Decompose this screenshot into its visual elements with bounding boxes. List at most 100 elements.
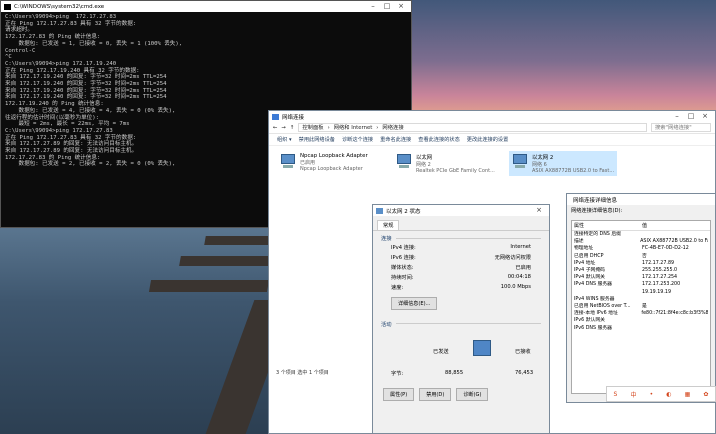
ime-toolbar[interactable]: S 中 • ◐ ▦ ✿	[606, 386, 716, 402]
address-bar: ← → ↑ 控制面板 › 网络和 Internet › 网络连接 搜索"网络连接"	[269, 122, 715, 134]
cmd-icon	[4, 3, 11, 10]
dialog-title: 以太网 2 状态	[386, 208, 421, 215]
pier-plank	[204, 236, 270, 245]
info-row: 媒体状态: 已启用	[391, 264, 531, 271]
cmd-title: C:\WINDOWS\system32\cmd.exe	[14, 3, 105, 10]
rename-button[interactable]: 重命名此连接	[380, 136, 411, 143]
sogou-icon[interactable]: S	[614, 391, 618, 398]
mic-icon[interactable]: ◐	[666, 391, 671, 398]
properties-button[interactable]: 属性(P)	[383, 387, 415, 401]
breadcrumb[interactable]: 控制面板 › 网络和 Internet › 网络连接	[298, 123, 647, 132]
adapter-ethernet-2[interactable]: 以太网 2 网络 6 ASIX AX88772B USB2.0 to Fast...	[509, 151, 617, 176]
adapter-state: 已启用	[300, 160, 316, 166]
bytes-sent: 88,855	[445, 369, 464, 376]
info-row: IPv4 连接: Internet	[391, 243, 531, 251]
net-title: 网络连接	[282, 114, 305, 121]
console-line: ^C	[5, 54, 12, 61]
skin-icon[interactable]: ✿	[703, 391, 708, 398]
lang-icon[interactable]: 中	[630, 390, 636, 399]
forward-arrow-icon[interactable]: →	[281, 125, 285, 131]
punct-icon[interactable]: •	[650, 391, 654, 398]
details-subtitle: 网络连接详细信息(D):	[571, 208, 623, 214]
adapter-state: 网络 6	[532, 162, 547, 168]
minimize-button[interactable]: –	[366, 1, 380, 12]
change-settings-button[interactable]: 更改此连接的设置	[467, 136, 509, 143]
console-line: 数据包: 已发送 = 1, 已接收 = 0, 丢失 = 1 (100% 丢失),	[5, 40, 183, 47]
details-row[interactable]: IPv4 WINS 服务器	[572, 296, 710, 303]
console-line: 172.17.27.83 的 Ping 统计信息:	[5, 34, 101, 41]
details-list[interactable]: 属性值 连接特定的 DNS 后缀 描述 ASIX AX88772B USB2.0 t…	[571, 220, 711, 394]
details-row[interactable]: IPv6 DNS 服务器	[572, 325, 710, 332]
received-label: 已接收	[515, 348, 531, 355]
organize-menu[interactable]: 组织 ▾	[277, 136, 292, 143]
activity-network-icon	[473, 339, 491, 356]
network-folder-icon	[272, 113, 279, 120]
close-button[interactable]: ×	[394, 1, 408, 12]
net-titlebar[interactable]: 网络连接 – □ ×	[269, 111, 715, 122]
dialog-titlebar[interactable]: 以太网 2 状态 ×	[373, 205, 549, 216]
info-row: IPv6 连接: 无网络访问权限	[391, 254, 531, 261]
details-row[interactable]: 已启用 NetBIOS over T... 是	[572, 303, 710, 310]
keyboard-icon[interactable]: ▦	[685, 391, 691, 398]
details-row[interactable]: 19.19.19.19	[572, 289, 710, 296]
breadcrumb-item[interactable]: 网络连接	[382, 124, 403, 131]
details-row[interactable]: 物理地址 FC-4B-E7-0D-D2-12	[572, 245, 710, 252]
details-row[interactable]: IPv4 地址 172.17.27.89	[572, 260, 710, 267]
details-title: 网络连接详细信息	[573, 197, 618, 204]
network-icon	[376, 207, 383, 214]
breadcrumb-item[interactable]: 网络和 Internet	[334, 124, 373, 131]
details-row[interactable]: IPv4 默认网关 172.17.27.254	[572, 274, 710, 281]
network-details-dialog[interactable]: 网络连接详细信息 网络连接详细信息(D): 属性值 连接特定的 DNS 后缀 描述…	[566, 193, 716, 403]
close-button[interactable]: ×	[698, 111, 712, 122]
connection-section: 连接 IPv4 连接: Internet IPv6 连接: 无网络访问权限 媒体状态…	[373, 231, 549, 317]
maximize-button[interactable]: □	[684, 111, 698, 122]
adapter-name: 以太网 2	[532, 155, 554, 161]
console-line: 172.17.19.240 的 Ping 统计信息:	[5, 101, 104, 108]
back-arrow-icon[interactable]: ←	[273, 125, 277, 131]
details-row[interactable]: 连接特定的 DNS 后缀	[572, 231, 710, 238]
adapter-state: 网络 2	[416, 162, 431, 168]
console-line: C:\Users\99094>ping 172.17.19.240	[5, 60, 117, 67]
details-row[interactable]: IPv4 DNS 服务器 172.17.253.200	[572, 281, 710, 288]
cmd-titlebar[interactable]: C:\WINDOWS\system32\cmd.exe – □ ×	[1, 1, 411, 12]
pier-plank	[179, 256, 271, 266]
details-button[interactable]: 详细信息(E)...	[391, 296, 438, 310]
maximize-button[interactable]: □	[380, 1, 394, 12]
search-input[interactable]: 搜索"网络连接"	[651, 123, 711, 132]
network-adapter-icon	[511, 153, 529, 170]
details-row[interactable]: IPv4 子网掩码 255.255.255.0	[572, 267, 710, 274]
disable-device-button[interactable]: 禁用此网络设备	[299, 136, 335, 143]
bytes-received: 76,453	[515, 369, 534, 376]
network-adapter-icon	[279, 153, 297, 170]
adapter-device: ASIX AX88772B USB2.0 to Fast...	[532, 168, 615, 174]
minimize-button[interactable]: –	[670, 111, 684, 122]
diagnose-button[interactable]: 诊断(G)	[456, 387, 489, 401]
details-row[interactable]: 已启用 DHCP 否	[572, 253, 710, 260]
info-row: 速度: 100.0 Mbps	[391, 284, 531, 292]
command-bar: 组织 ▾ 禁用此网络设备 诊断这个连接 重命名此连接 查看此连接的状态 更改此连…	[269, 134, 715, 146]
details-titlebar[interactable]: 网络连接详细信息	[567, 194, 715, 205]
adapter-name: 以太网	[416, 155, 433, 161]
adapter-device: Npcap Loopback Adapter	[300, 166, 363, 172]
disable-button[interactable]: 禁用(D)	[419, 387, 452, 401]
sent-label: 已发送	[433, 348, 449, 355]
adapter-device: Realtek PCIe GbE Family Cont...	[416, 168, 495, 174]
activity-section: 活动 已发送 已接收 字节: 88,855 76,453 属性(P) 禁用(D)…	[373, 317, 549, 404]
up-arrow-icon[interactable]: ↑	[290, 125, 294, 131]
ethernet-status-dialog[interactable]: 以太网 2 状态 × 常规 连接 IPv4 连接: Internet IPv6 连…	[372, 204, 550, 434]
diagnose-button[interactable]: 诊断这个连接	[342, 136, 373, 143]
tab-general[interactable]: 常规	[377, 220, 400, 230]
close-button[interactable]: ×	[532, 205, 546, 216]
details-row[interactable]: 描述 ASIX AX88772B USB2.0 to Fa	[572, 238, 710, 245]
bytes-label: 字节:	[391, 370, 404, 377]
adapter-npcap[interactable]: Npcap Loopback Adapter 已启用 Npcap Loopback …	[277, 151, 385, 176]
view-status-button[interactable]: 查看此连接的状态	[418, 136, 460, 143]
details-row[interactable]: 连接-本地 IPv6 地址 fe80::7f21:8f4e:c8c:b3f3%8	[572, 310, 710, 317]
info-row: 持续时间: 00:04:18	[391, 274, 531, 282]
details-row[interactable]: IPv6 默认网关	[572, 317, 710, 324]
adapter-ethernet[interactable]: 以太网 网络 2 Realtek PCIe GbE Family Cont...	[393, 151, 501, 176]
network-adapter-icon	[395, 153, 413, 170]
console-line: Control-C	[5, 47, 36, 54]
breadcrumb-item[interactable]: 控制面板	[302, 124, 323, 131]
pier-plank	[148, 280, 270, 292]
